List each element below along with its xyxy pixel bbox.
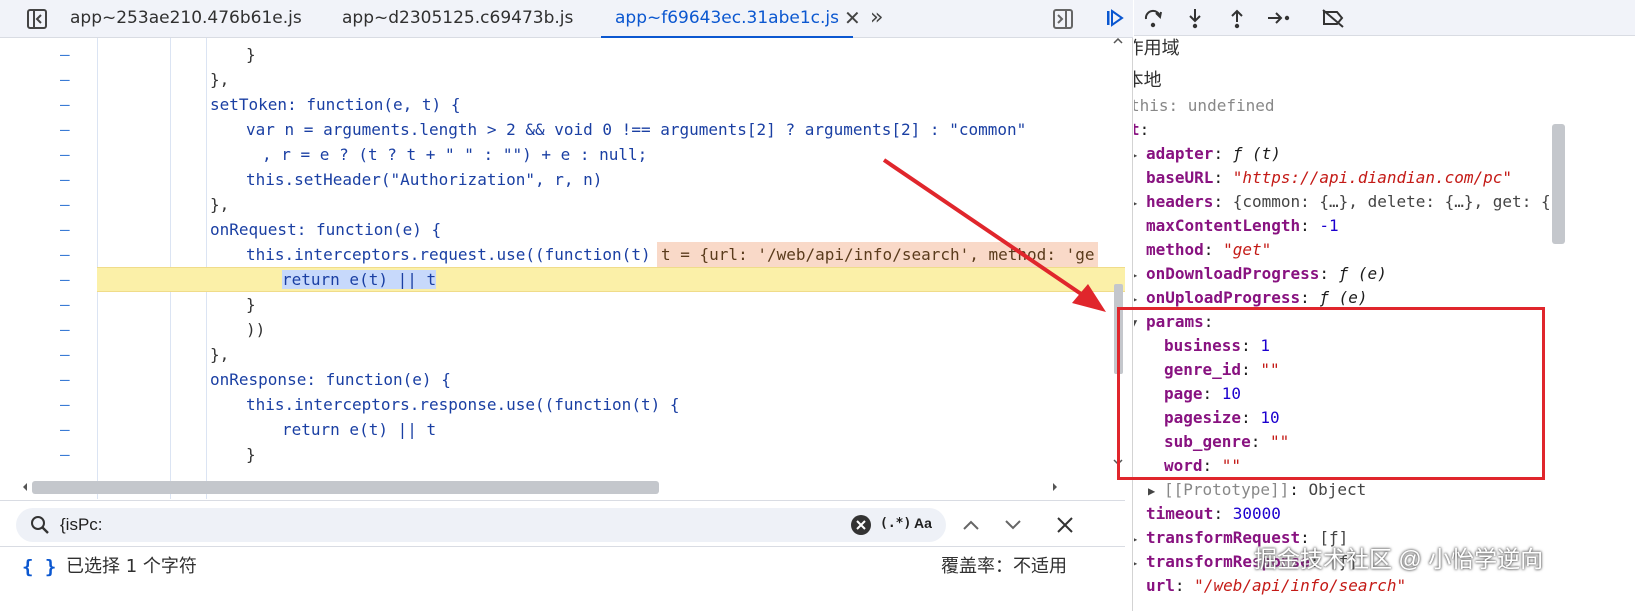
more-tabs-icon[interactable]: » — [870, 0, 883, 36]
step-over-icon[interactable] — [1138, 4, 1168, 32]
search-icon — [30, 515, 50, 539]
code-line: – return e(t) || t — [60, 420, 437, 439]
search-box: (.*) Aa — [16, 508, 946, 542]
sources-panel: app~253ae210.476b61e.js app~d2305125.c69… — [0, 0, 1133, 611]
property-value: 30000 — [1232, 504, 1281, 523]
tab-file-3-active[interactable]: app~f69643ec.31abe1c.js — [601, 0, 853, 38]
property-key: timeout — [1146, 504, 1214, 523]
code-line: – onResponse: function(e) { — [60, 370, 451, 389]
clear-search-icon[interactable] — [850, 514, 872, 540]
next-match-icon[interactable] — [1000, 508, 1026, 542]
expand-triangle-icon: ▶ — [1134, 191, 1146, 215]
tab-file-1[interactable]: app~253ae210.476b61e.js — [70, 0, 302, 38]
toggle-navigator-icon[interactable] — [24, 6, 50, 32]
toggle-debugger-icon[interactable] — [1050, 6, 1076, 32]
property-value: ƒ (e) — [1338, 264, 1387, 283]
expand-triangle-icon: ▶ — [1134, 143, 1146, 167]
expand-triangle-icon: ▶ — [1134, 527, 1146, 551]
scope-prototype[interactable]: ▶ [[Prototype]]: Object — [1148, 478, 1366, 502]
close-find-bar-icon[interactable] — [1052, 508, 1078, 542]
debugger-sidebar: ▼ 作用域 ▼ 本地 this: undefined ▼t: ▶adapter:… — [1107, 0, 1635, 611]
code-line: – this.interceptors.request.use((function… — [0, 242, 1125, 267]
code-line: – setToken: function(e, t) { — [60, 95, 461, 114]
close-tab-icon[interactable]: ✕ — [844, 0, 861, 36]
scope-property[interactable]: method: "get" — [1134, 238, 1271, 262]
previous-match-icon[interactable] — [958, 508, 984, 542]
selection-status: 已选择 1 个字符 — [66, 556, 197, 577]
property-key: url — [1146, 576, 1175, 595]
debugger-toolbar — [1107, 0, 1635, 36]
property-value: ƒ (t) — [1232, 144, 1281, 163]
property-key: baseURL — [1146, 168, 1214, 187]
scope-this[interactable]: this: undefined — [1134, 94, 1275, 118]
editor-horizontal-scrollbar[interactable] — [20, 477, 1065, 497]
scope-property[interactable]: url: "/web/api/info/search" — [1134, 574, 1406, 598]
scope-property[interactable]: ▶headers: {common: {…}, delete: {…}, get… — [1134, 190, 1551, 214]
search-input[interactable] — [60, 512, 840, 538]
code-line: – var n = arguments.length > 2 && void 0 … — [60, 120, 1027, 139]
editor-tab-bar: app~253ae210.476b61e.js app~d2305125.c69… — [0, 0, 1133, 38]
resume-icon[interactable] — [1100, 4, 1130, 32]
code-line: –} — [60, 295, 256, 314]
watermark: 掘金技术社区 @ 小怡学逆向 — [1254, 546, 1544, 572]
return-keyword: return e(t) || t — [282, 270, 437, 289]
property-key: onDownloadProgress — [1146, 264, 1320, 283]
code-line: –}, — [60, 345, 230, 364]
scope-scrollbar[interactable] — [1548, 36, 1568, 611]
scrollbar-thumb[interactable] — [32, 481, 659, 494]
scope-property[interactable]: timeout: 30000 — [1134, 502, 1281, 526]
coverage-status: 覆盖率：不适用 — [941, 556, 1067, 577]
expand-triangle-icon: ▶ — [1134, 551, 1146, 575]
property-key: adapter — [1146, 144, 1214, 163]
property-key: method — [1146, 240, 1204, 259]
status-bar: { } 已选择 1 个字符 覆盖率：不适用 — [0, 546, 1125, 586]
code-editor[interactable]: –} –}, – setToken: function(e, t) { – var … — [0, 38, 1125, 499]
property-key: [[Prototype]] — [1164, 480, 1290, 499]
code-line: –} — [60, 445, 256, 464]
code-line: – onRequest: function(e) { — [60, 220, 442, 239]
property-value: "/web/api/info/search" — [1194, 576, 1407, 595]
property-value: ƒ (e) — [1319, 288, 1368, 307]
expand-triangle-icon: ▶ — [1134, 263, 1146, 287]
code-line: –}, — [60, 70, 230, 89]
scope-t[interactable]: ▼t: — [1134, 118, 1149, 142]
expand-triangle-icon: ▶ — [1148, 484, 1156, 498]
scope-property[interactable]: ▶onDownloadProgress: ƒ (e) — [1134, 262, 1387, 286]
step-into-icon[interactable] — [1180, 4, 1210, 32]
property-value: {common: {…}, delete: {…}, get: { — [1232, 192, 1551, 211]
annotation-highlight-box — [1117, 307, 1545, 480]
property-value: "https://api.diandian.com/pc" — [1232, 168, 1513, 187]
property-value: "get" — [1223, 240, 1272, 259]
tab-label: app~f69643ec.31abe1c.js — [615, 8, 839, 28]
match-case-button[interactable]: Aa — [914, 515, 932, 531]
code-line: – this.interceptors.response.use((functio… — [60, 395, 680, 414]
local-scope-header[interactable]: ▼ 本地 — [1134, 68, 1162, 92]
scope-property[interactable]: ▶adapter: ƒ (t) — [1134, 142, 1281, 166]
property-key: onUploadProgress — [1146, 288, 1301, 307]
scope-section-header[interactable]: ▼ 作用域 — [1134, 36, 1180, 60]
property-value: -1 — [1319, 216, 1339, 235]
paused-line-highlight — [97, 267, 1125, 292]
step-icon[interactable] — [1264, 4, 1294, 32]
pretty-print-icon[interactable]: { } — [22, 547, 56, 587]
regex-toggle-button[interactable]: (.*) — [880, 516, 911, 531]
step-out-icon[interactable] — [1222, 4, 1252, 32]
inline-value-hint: t = {url: '/web/api/info/search', method… — [657, 242, 1099, 267]
code-line: –} — [60, 45, 256, 64]
property-key: maxContentLength — [1146, 216, 1301, 235]
deactivate-breakpoints-icon[interactable] — [1318, 4, 1348, 32]
scope-property[interactable]: maxContentLength: -1 — [1134, 214, 1339, 238]
property-key: headers — [1146, 192, 1214, 211]
tab-file-2[interactable]: app~d2305125.c69473b.js — [342, 0, 573, 38]
find-bar: (.*) Aa — [0, 500, 1125, 546]
code-line: – this.setHeader("Authorization", r, n) — [60, 170, 603, 189]
code-line: –}, — [60, 195, 230, 214]
code-line: –)) — [60, 320, 266, 339]
property-value: Object — [1308, 480, 1367, 499]
scrollbar-thumb[interactable] — [1552, 124, 1565, 244]
scope-property[interactable]: baseURL: "https://api.diandian.com/pc" — [1134, 166, 1512, 190]
code-line: –, r = e ? (t ? t + " " : "") + e : null… — [60, 145, 648, 164]
code-line-paused: – return e(t) || t — [0, 267, 1125, 292]
